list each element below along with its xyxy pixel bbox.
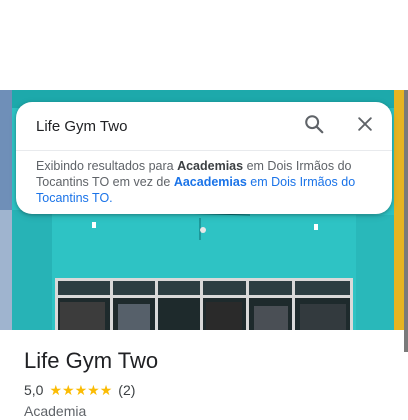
search-icon: [303, 113, 325, 140]
place-info-panel: Life Gym Two 5,0 ★ ★ ★ ★ ★ (2) Academia: [0, 330, 404, 420]
search-input[interactable]: [36, 114, 286, 138]
close-button[interactable]: [351, 112, 379, 140]
place-category[interactable]: Academia: [24, 403, 86, 419]
correction-prefix: Exibindo resultados para: [36, 159, 174, 173]
scrollbar[interactable]: [404, 90, 408, 352]
search-card: Exibindo resultados para Academias em Do…: [16, 102, 392, 214]
map-top-area: [0, 0, 408, 90]
star-icon: ★: [49, 382, 63, 398]
star-icon: ★: [99, 382, 113, 398]
original-term: Aacademias: [173, 175, 247, 189]
divider: [16, 150, 392, 151]
search-bar: [16, 102, 392, 150]
rating-value: 5,0: [24, 382, 44, 398]
star-icon: ★: [74, 382, 88, 398]
corrected-term: Academias: [177, 159, 244, 173]
close-icon: [355, 114, 375, 139]
review-count[interactable]: (2): [118, 382, 135, 398]
star-rating: ★ ★ ★ ★ ★: [49, 383, 112, 397]
star-icon: ★: [62, 382, 75, 398]
rating-row[interactable]: 5,0 ★ ★ ★ ★ ★ (2): [24, 382, 135, 398]
star-icon: ★: [87, 382, 100, 398]
search-correction-notice: Exibindo resultados para Academias em Do…: [36, 158, 376, 206]
search-button[interactable]: [300, 112, 328, 140]
place-name: Life Gym Two: [24, 348, 159, 373]
